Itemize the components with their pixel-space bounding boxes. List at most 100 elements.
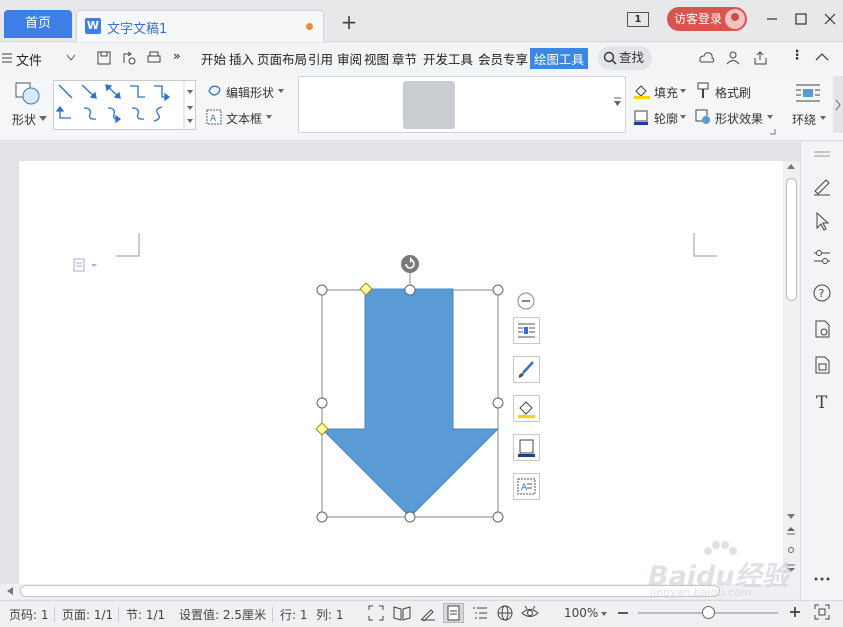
more-quick-tools-icon[interactable]: » xyxy=(173,48,181,63)
export-icon[interactable] xyxy=(121,50,137,66)
menu-tab-member[interactable]: 会员专享 xyxy=(478,49,528,68)
menu-tab-view[interactable]: 视图 xyxy=(364,49,389,68)
more-options-icon[interactable] xyxy=(811,568,833,590)
fill-button[interactable]: 填充 xyxy=(654,84,678,101)
tab-document[interactable]: W 文字文稿1 xyxy=(76,10,324,42)
outline-icon[interactable] xyxy=(633,109,649,125)
menu-tab-start[interactable]: 开始 xyxy=(201,49,226,68)
menu-tab-chapter[interactable]: 章节 xyxy=(392,49,417,68)
text-box-icon[interactable]: A xyxy=(206,109,222,125)
scroll-up-icon[interactable] xyxy=(787,164,795,170)
divider xyxy=(272,607,273,622)
fill-bucket-icon[interactable] xyxy=(633,83,651,99)
wrap-layout-icon xyxy=(518,323,535,338)
more-options-icon[interactable]: ⋮ xyxy=(791,47,804,62)
fullscreen-icon[interactable] xyxy=(368,605,384,621)
zoom-level[interactable]: 100% xyxy=(564,606,598,620)
shape-effects-icon[interactable] xyxy=(695,109,711,125)
status-pages[interactable]: 页面: 1/1 xyxy=(62,606,113,623)
status-row: 行: 1 xyxy=(280,608,308,622)
paragraph-layout-icon[interactable] xyxy=(73,258,99,272)
eye-protection-icon[interactable] xyxy=(521,604,539,622)
shapes-label[interactable]: 形状 xyxy=(12,111,36,128)
zoom-in-icon[interactable] xyxy=(789,606,801,618)
chevron-down-icon xyxy=(680,89,686,93)
text-tool-icon[interactable]: T xyxy=(811,390,833,412)
hamburger-menu-icon[interactable] xyxy=(0,52,14,64)
horizontal-scroll-thumb[interactable] xyxy=(20,585,720,597)
status-section[interactable]: 节: 1/1 xyxy=(126,606,165,623)
page-count-badge[interactable]: 1 xyxy=(627,12,649,27)
new-tab-button[interactable]: + xyxy=(338,12,360,34)
float-wrap-button[interactable] xyxy=(513,317,540,344)
avatar xyxy=(725,9,745,29)
help-icon[interactable]: ? xyxy=(811,282,833,304)
web-view-icon[interactable] xyxy=(497,605,513,621)
scroll-left-icon[interactable] xyxy=(6,587,14,596)
adjust-settings-icon[interactable] xyxy=(811,246,833,268)
wrap-text-icon[interactable] xyxy=(795,82,821,104)
chevron-right-icon xyxy=(835,99,841,111)
document-settings-icon[interactable] xyxy=(811,318,833,340)
edit-shape-button[interactable]: 编辑形状 xyxy=(226,84,274,101)
menu-tab-insert[interactable]: 插入 xyxy=(229,49,254,68)
status-setting-value[interactable]: 设置值: 2.5厘米 xyxy=(179,606,266,623)
search-button[interactable]: 查找 xyxy=(598,46,652,70)
restore-button[interactable] xyxy=(791,9,811,29)
menu-tab-developer[interactable]: 开发工具 xyxy=(423,49,473,68)
status-page-number[interactable]: 页码: 1 xyxy=(9,606,49,623)
down-arrow-shape[interactable] xyxy=(310,250,515,530)
menu-tab-drawing-tools[interactable]: 绘图工具 xyxy=(530,48,589,69)
select-cursor-icon[interactable] xyxy=(811,210,833,232)
float-layout-button[interactable]: A xyxy=(513,473,540,500)
zoom-slider-knob[interactable] xyxy=(701,606,715,619)
shapes-icon[interactable] xyxy=(14,81,42,107)
write-mode-icon[interactable] xyxy=(420,605,436,621)
minimize-button[interactable] xyxy=(762,9,782,29)
print-icon[interactable] xyxy=(146,50,162,66)
share-user-icon[interactable] xyxy=(725,49,743,67)
outline-button[interactable]: 轮廓 xyxy=(654,110,678,127)
float-fill-button[interactable] xyxy=(513,395,540,422)
dialog-launcher-icon[interactable] xyxy=(770,129,776,135)
collapse-ribbon-icon[interactable] xyxy=(815,52,829,62)
menu-tab-review[interactable]: 审阅 xyxy=(337,49,362,68)
line-shape-gallery[interactable] xyxy=(53,80,196,130)
menu-file[interactable]: 文件 xyxy=(16,50,42,69)
float-outline-button[interactable] xyxy=(513,434,540,461)
tab-home[interactable]: 首页 xyxy=(4,10,72,38)
save-icon[interactable] xyxy=(96,50,112,66)
wrap-button[interactable]: 环绕 xyxy=(792,111,816,128)
pen-edit-icon[interactable] xyxy=(811,174,833,196)
collapse-toolbar-icon[interactable] xyxy=(517,292,535,310)
visitor-login-button[interactable]: 访客登录 xyxy=(667,7,747,31)
shape-effects-button[interactable]: 形状效果 xyxy=(715,110,763,127)
fit-page-icon[interactable] xyxy=(814,604,830,620)
line-shapes-icon xyxy=(55,81,193,129)
writer-doc-icon: W xyxy=(85,18,101,34)
float-style-button[interactable] xyxy=(513,356,540,383)
close-button[interactable] xyxy=(820,9,840,29)
cloud-sync-icon[interactable] xyxy=(698,49,716,67)
page-view-button[interactable] xyxy=(443,603,464,623)
scroll-down-icon[interactable] xyxy=(787,514,795,520)
vertical-scroll-thumb[interactable] xyxy=(786,178,797,301)
svg-text:T: T xyxy=(816,393,828,412)
document-view-icon[interactable] xyxy=(811,354,833,376)
share-icon[interactable] xyxy=(752,49,770,67)
menu-tab-references[interactable]: 引用 xyxy=(308,49,333,68)
outline-view-icon[interactable] xyxy=(472,605,488,621)
zoom-out-icon[interactable] xyxy=(617,607,629,619)
text-box-button[interactable]: 文本框 xyxy=(226,110,262,127)
read-mode-icon[interactable] xyxy=(393,605,411,621)
margin-corner-mark xyxy=(693,233,717,257)
layout-options-icon: A xyxy=(517,478,536,495)
edit-shape-icon[interactable] xyxy=(206,83,224,99)
menu-tab-layout[interactable]: 页面布局 xyxy=(257,49,307,68)
watermark-url: jingyan.baidu.com xyxy=(650,586,752,599)
gallery-more-icon[interactable] xyxy=(613,97,622,109)
chevron-down-icon xyxy=(39,116,47,121)
format-painter-button[interactable]: 格式刷 xyxy=(715,84,751,101)
ribbon-scroll-right[interactable] xyxy=(833,76,843,133)
format-painter-icon[interactable] xyxy=(695,82,711,100)
